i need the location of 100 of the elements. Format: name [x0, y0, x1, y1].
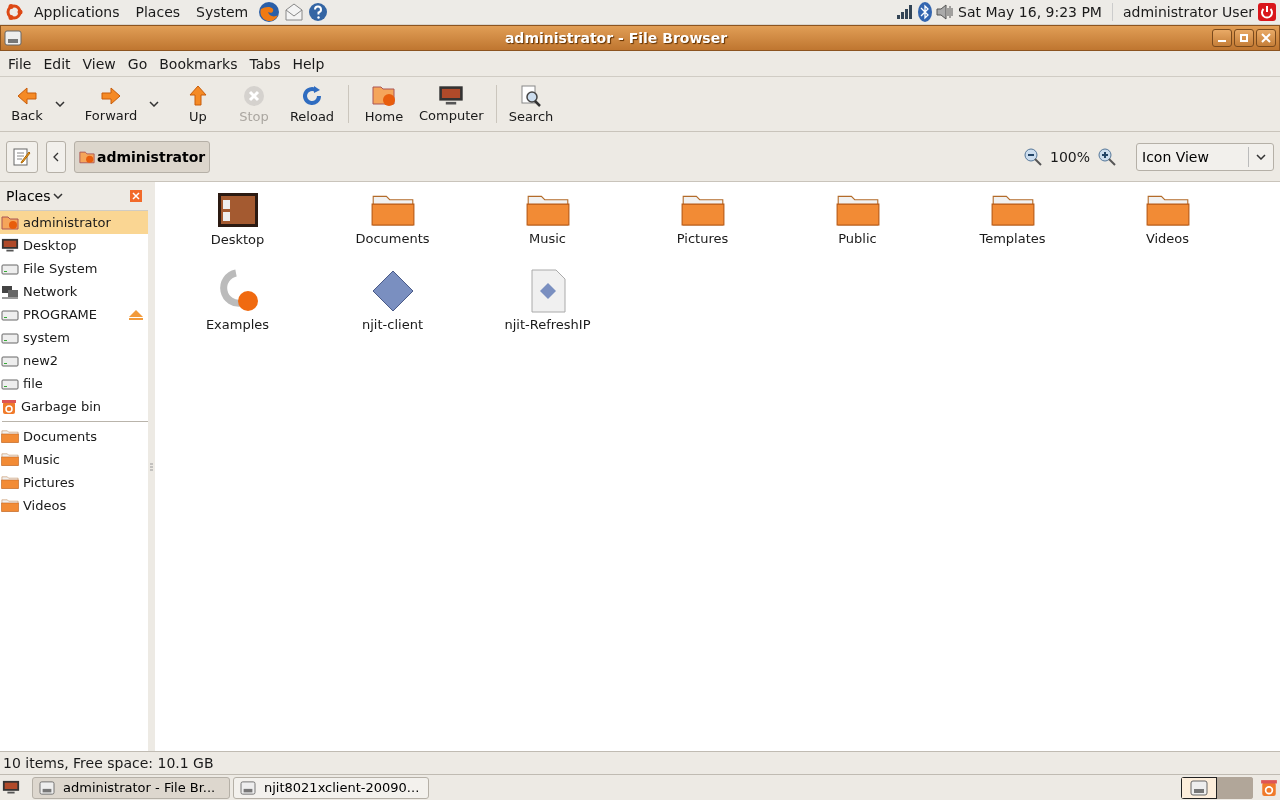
file-icon-item[interactable]: Templates [935, 192, 1090, 269]
chevron-down-icon [1256, 153, 1266, 160]
close-icon[interactable] [130, 190, 142, 202]
sidebar-item[interactable]: Documents [0, 425, 148, 448]
show-desktop-icon [2, 780, 20, 795]
toolbar-button[interactable]: Home [355, 82, 413, 126]
path-button[interactable]: administrator [74, 140, 211, 173]
file-icon-item[interactable]: njit-RefreshIP [470, 269, 625, 346]
menu-item[interactable]: View [76, 55, 122, 72]
folder-icon [1, 498, 19, 513]
help-icon[interactable] [308, 2, 329, 22]
status-bar: 10 items, Free space: 10.1 GB [0, 751, 1280, 775]
folder-icon [1, 452, 19, 467]
folder-icon [1, 429, 19, 444]
browser-icon[interactable] [258, 1, 281, 23]
user-name[interactable]: administrator User [1122, 4, 1254, 20]
signal-icon [896, 4, 914, 20]
close-icon [1261, 33, 1271, 43]
sidebar-item[interactable]: Music [0, 448, 148, 471]
sidebar-item[interactable]: system [0, 326, 148, 349]
menu-item[interactable]: Go [121, 55, 154, 72]
taskbar-button[interactable]: njit8021xclient-20090... [233, 776, 429, 799]
notepad-pencil-icon [12, 146, 32, 167]
sidebar-item[interactable]: PROGRAME [0, 303, 148, 326]
toolbar-button[interactable]: Forward [76, 83, 146, 125]
dropdown-button[interactable] [52, 101, 68, 107]
caret-icon [52, 193, 63, 199]
sidebar-item[interactable]: File System [0, 257, 148, 280]
speaker-icon [936, 4, 954, 20]
menu-item[interactable]: Bookmarks [153, 55, 244, 72]
sidebar-item[interactable]: Garbage bin [0, 395, 148, 418]
menu-item[interactable]: Tabs [243, 55, 287, 72]
file-cabinet-icon [4, 30, 22, 46]
minimize-button[interactable] [1212, 29, 1232, 47]
file-icon-item[interactable]: Desktop [160, 192, 315, 269]
monitor-icon [1, 238, 19, 253]
file-icon-item[interactable]: njit-client [315, 269, 470, 346]
close-button[interactable] [1256, 29, 1276, 47]
panel-menu[interactable]: Places [129, 4, 187, 20]
home-folder-icon [1, 215, 19, 230]
sidebar-item[interactable]: new2 [0, 349, 148, 372]
mail-icon[interactable] [284, 3, 305, 21]
file-icon-item[interactable]: Pictures [625, 192, 780, 269]
splitter-grip-icon [150, 461, 153, 472]
file-cabinet-icon [39, 780, 55, 795]
network-icon [1, 284, 19, 299]
power-icon[interactable] [1258, 3, 1276, 21]
sidebar-item[interactable]: administrator [0, 211, 148, 234]
home-folder-icon [79, 149, 95, 164]
sidebar-item[interactable]: Pictures [0, 471, 148, 494]
edit-location-button[interactable] [6, 140, 38, 173]
home-folder-icon [372, 84, 396, 107]
menu-item[interactable]: Edit [37, 55, 77, 72]
sidebar-item[interactable]: Desktop [0, 234, 148, 257]
sidebar-item[interactable]: Videos [0, 494, 148, 517]
file-cabinet-icon [1190, 779, 1208, 796]
file-icon-item[interactable]: Music [470, 192, 625, 269]
menu-item[interactable]: Help [286, 55, 331, 72]
caret-icon [149, 101, 159, 107]
right-arrow-icon [100, 85, 122, 106]
clock: Sat May 16, 9:23 PM [958, 4, 1102, 20]
drive-icon [1, 308, 19, 321]
maximize-icon [1239, 33, 1249, 43]
view-select[interactable]: Icon View [1136, 142, 1274, 171]
toolbar-button[interactable]: Reload [282, 82, 342, 126]
maximize-button[interactable] [1234, 29, 1254, 47]
search-icon [519, 84, 542, 107]
bluetooth-icon [918, 2, 932, 22]
toolbar-button[interactable]: Back [2, 83, 52, 125]
taskbar-button[interactable]: administrator - File Br... [32, 776, 230, 799]
panel-menu[interactable]: Applications [28, 4, 126, 20]
sidebar-item[interactable]: file [0, 372, 148, 395]
folder-icon [1, 475, 19, 490]
chevron-left-icon [53, 151, 59, 162]
desktop-picture-icon [215, 192, 260, 228]
caret-icon [55, 101, 65, 107]
stop-icon [243, 84, 265, 107]
panel-menu[interactable]: System [190, 4, 255, 20]
zoom-in-icon[interactable] [1098, 147, 1116, 166]
sidebar-item[interactable]: Network [0, 280, 148, 303]
zoom-out-icon[interactable] [1023, 147, 1042, 166]
reload-icon [301, 84, 323, 107]
window-title: administrator - File Browser [503, 30, 729, 46]
trash-icon[interactable] [1260, 777, 1278, 798]
file-icon-item[interactable]: Videos [1090, 192, 1245, 269]
toolbar-button[interactable]: Up [170, 82, 226, 126]
workspace[interactable] [1181, 776, 1217, 799]
file-icon-item[interactable]: Public [780, 192, 935, 269]
minimize-icon [1218, 40, 1226, 42]
computer-icon [438, 85, 465, 106]
file-icon-item[interactable]: Documents [315, 192, 470, 269]
toolbar-button[interactable]: Search [502, 82, 560, 126]
dropdown-button[interactable] [146, 101, 162, 107]
zoom-level: 100% [1049, 148, 1090, 165]
file-icon-item[interactable]: Examples [160, 269, 315, 346]
menu-item[interactable]: File [2, 55, 38, 72]
toolbar-button[interactable]: Computer [413, 83, 490, 125]
drive-icon [1, 331, 19, 344]
drive-icon [1, 354, 19, 367]
logo-icon [4, 2, 24, 22]
